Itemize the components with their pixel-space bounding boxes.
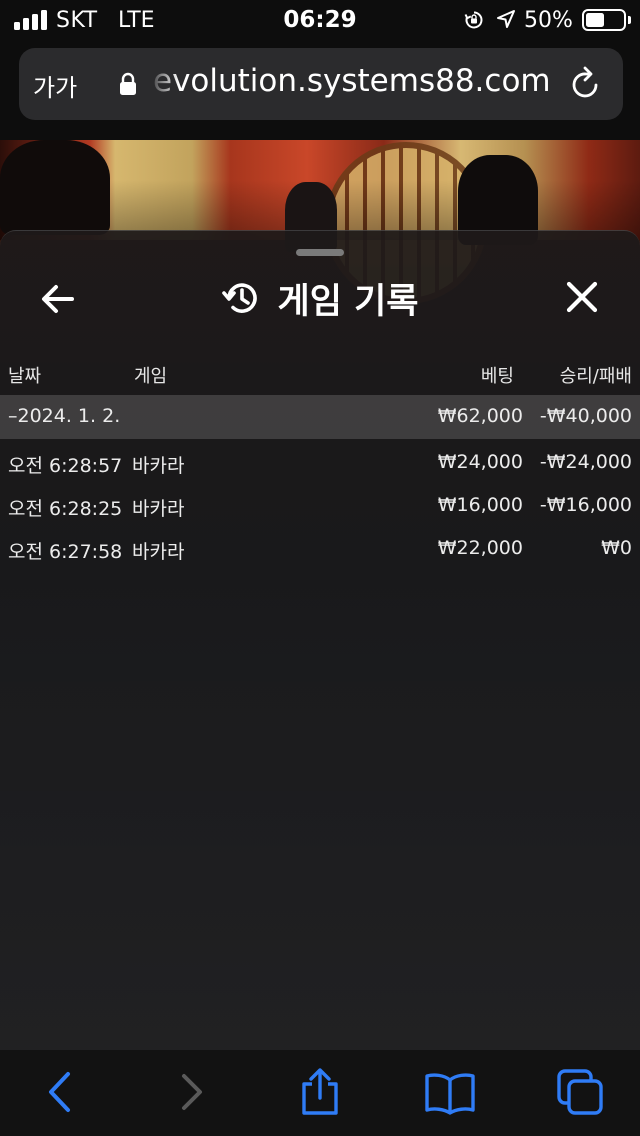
- left-figure: [0, 140, 110, 235]
- history-icon: [221, 283, 257, 313]
- address-bar[interactable]: 가가 evolution.systems88.com: [19, 48, 623, 120]
- table-row[interactable]: 오전 6:27:58 바카라 ₩22,000 ₩0: [0, 527, 640, 571]
- close-icon[interactable]: [562, 277, 602, 317]
- drag-handle[interactable]: [296, 249, 344, 256]
- share-icon[interactable]: [298, 1068, 342, 1116]
- battery-percent: 50%: [524, 8, 573, 33]
- rotation-lock-icon: [464, 11, 483, 29]
- panel-title: 게임 기록: [277, 281, 419, 322]
- url-text[interactable]: evolution.systems88.com: [153, 63, 551, 99]
- location-arrow-icon: [497, 10, 515, 28]
- column-header-date: 날짜: [8, 366, 42, 387]
- table-row[interactable]: 오전 6:28:57 바카라 ₩24,000 -₩24,000: [0, 441, 640, 485]
- summary-date: –2024. 1. 2.: [8, 405, 121, 427]
- summary-bet: ₩62,000: [437, 405, 523, 427]
- game-history-panel: 게임 기록 날짜 게임 베팅 승리/패배 –2024. 1. 2. ₩62,00…: [0, 230, 640, 1050]
- reload-icon[interactable]: [569, 66, 603, 102]
- row-game: 바카라: [132, 455, 185, 477]
- battery-level: [586, 13, 604, 27]
- battery-tip: [628, 16, 631, 24]
- summary-win-loss: -₩40,000: [539, 405, 632, 427]
- row-time: 오전 6:28:57: [8, 455, 123, 477]
- back-icon[interactable]: [44, 1068, 74, 1116]
- row-win-loss: -₩16,000: [539, 494, 632, 516]
- browser-toolbar: [0, 1050, 640, 1136]
- battery-icon: [582, 9, 626, 31]
- tabs-icon[interactable]: [556, 1068, 604, 1116]
- row-win-loss: ₩0: [601, 537, 632, 559]
- row-bet: ₩24,000: [437, 451, 523, 473]
- bookmarks-icon[interactable]: [424, 1068, 476, 1116]
- status-bar: SKT LTE 06:29 50%: [0, 0, 640, 40]
- lock-icon: [120, 72, 136, 95]
- column-header-bet: 베팅: [480, 366, 514, 387]
- row-bet: ₩22,000: [437, 537, 523, 559]
- row-time: 오전 6:27:58: [8, 541, 123, 563]
- column-header-win-loss: 승리/패배: [559, 366, 632, 387]
- column-header-game: 게임: [134, 366, 168, 387]
- forward-icon[interactable]: [178, 1068, 208, 1116]
- row-bet: ₩16,000: [437, 494, 523, 516]
- row-game: 바카라: [132, 541, 185, 563]
- text-size-button[interactable]: 가가: [33, 68, 77, 103]
- row-win-loss: -₩24,000: [539, 451, 632, 473]
- row-time: 오전 6:28:25: [8, 498, 123, 520]
- row-game: 바카라: [132, 498, 185, 520]
- panel-header: 게임 기록: [0, 275, 640, 322]
- table-row[interactable]: 오전 6:28:25 바카라 ₩16,000 -₩16,000: [0, 484, 640, 528]
- date-summary-row[interactable]: –2024. 1. 2. ₩62,000 -₩40,000: [0, 395, 640, 439]
- browser-header: 가가 evolution.systems88.com: [0, 40, 640, 140]
